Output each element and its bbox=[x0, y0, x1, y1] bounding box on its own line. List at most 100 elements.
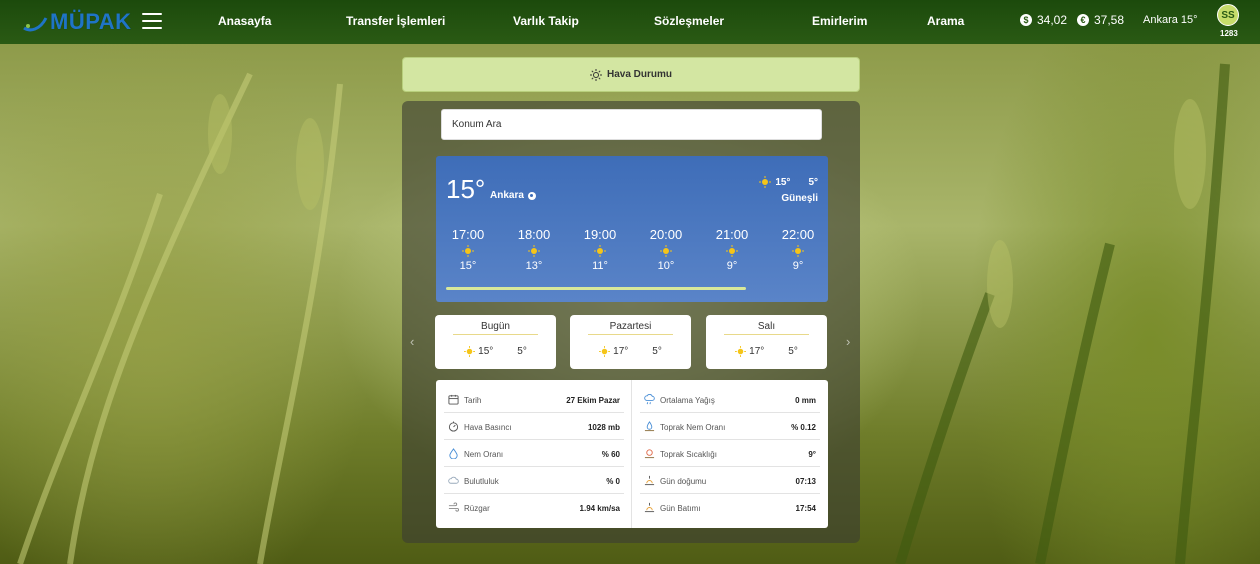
rain-icon bbox=[644, 394, 655, 405]
detail-label: Gün doğumu bbox=[660, 477, 707, 486]
nav-item-transfer-islemleri[interactable]: Transfer İşlemleri bbox=[346, 14, 445, 28]
sunrise-icon bbox=[644, 475, 655, 486]
moon-icon bbox=[796, 178, 803, 186]
app-logo[interactable]: MÜPAK bbox=[22, 7, 132, 37]
logo-swoosh-icon bbox=[23, 17, 48, 32]
day-low: 5° bbox=[788, 346, 798, 357]
detail-row: Toprak Nem Oranı % 0.12 bbox=[640, 413, 820, 440]
daily-forecast-card[interactable]: Pazartesi 17° 5° bbox=[570, 315, 691, 369]
detail-row: Tarih 27 Ekim Pazar bbox=[444, 386, 624, 413]
day-high-low: 17° 5° bbox=[570, 346, 691, 357]
day-name: Pazartesi bbox=[609, 321, 652, 332]
usd-rate: $ 34,02 bbox=[1020, 13, 1067, 27]
dollar-icon: $ bbox=[1020, 14, 1032, 26]
weather-section-title: Hava Durumu bbox=[606, 69, 672, 80]
sun-icon bbox=[792, 245, 804, 257]
nav-item-sozlesmeler[interactable]: Sözleşmeler bbox=[654, 14, 724, 28]
sunset-icon bbox=[644, 502, 655, 513]
day-high: 17° bbox=[613, 346, 629, 357]
detail-label: Ortalama Yağış bbox=[660, 396, 715, 405]
location-search-input[interactable] bbox=[441, 109, 822, 140]
wind-icon bbox=[448, 502, 459, 512]
day-high-low: 17° 5° bbox=[706, 346, 827, 357]
hourly-item: 22:00 9° bbox=[778, 227, 818, 272]
divider bbox=[588, 334, 673, 335]
previous-day-arrow-icon[interactable]: ‹ bbox=[410, 334, 414, 349]
day-low: 5° bbox=[652, 346, 662, 357]
detail-label: Bulutluluk bbox=[464, 477, 499, 486]
detail-label: Nem Oranı bbox=[464, 450, 504, 459]
user-id: 1283 bbox=[1220, 29, 1238, 38]
divider bbox=[453, 334, 538, 335]
detail-value: 0 mm bbox=[795, 396, 816, 405]
sun-icon bbox=[726, 245, 738, 257]
detail-label: Hava Basıncı bbox=[464, 423, 512, 432]
moon-icon bbox=[642, 347, 648, 355]
detail-row: Nem Oranı % 60 bbox=[444, 440, 624, 467]
detail-value: 1028 mb bbox=[587, 423, 620, 432]
detail-label: Toprak Sıcaklığı bbox=[660, 450, 717, 459]
soil-temperature-icon bbox=[644, 449, 655, 459]
detail-label: Gün Batımı bbox=[660, 504, 701, 513]
cloud-icon bbox=[448, 476, 459, 484]
details-left-column: Tarih 27 Ekim Pazar Hava Basıncı 1028 mb… bbox=[444, 386, 624, 521]
detail-value: 07:13 bbox=[795, 477, 816, 486]
next-day-arrow-icon[interactable]: › bbox=[846, 334, 850, 349]
detail-label: Rüzgar bbox=[464, 504, 490, 513]
daily-forecast-card[interactable]: Bugün 15° 5° bbox=[435, 315, 556, 369]
detail-row: Rüzgar 1.94 km/sa bbox=[444, 494, 624, 521]
hour-time: 21:00 bbox=[715, 227, 749, 242]
user-avatar[interactable]: SS bbox=[1217, 4, 1239, 26]
hour-temperature: 13° bbox=[525, 260, 543, 272]
hourly-item: 18:00 13° bbox=[514, 227, 554, 272]
detail-row: Bulutluluk % 0 bbox=[444, 467, 624, 494]
nav-item-varlik-takip[interactable]: Varlık Takip bbox=[513, 14, 579, 28]
nav-item-arama[interactable]: Arama bbox=[927, 14, 964, 28]
top-navigation-bar: MÜPAK Anasayfa Transfer İşlemleri Varlık… bbox=[0, 0, 1260, 44]
hour-temperature: 10° bbox=[657, 260, 675, 272]
current-location[interactable]: Ankara bbox=[490, 190, 536, 201]
hour-temperature: 11° bbox=[592, 260, 608, 272]
current-low: 5° bbox=[808, 176, 818, 188]
sun-icon bbox=[599, 346, 611, 357]
nav-item-emirlerim[interactable]: Emirlerim bbox=[812, 14, 867, 28]
nav-item-anasayfa[interactable]: Anasayfa bbox=[218, 14, 271, 28]
eur-rate-value: 37,58 bbox=[1094, 13, 1125, 27]
moon-icon bbox=[507, 347, 513, 355]
hour-temperature: 15° bbox=[459, 260, 477, 272]
weather-section-header: Hava Durumu bbox=[402, 57, 860, 92]
detail-value: 17:54 bbox=[795, 504, 816, 513]
day-high-low: 15° 5° bbox=[435, 346, 556, 357]
day-low: 5° bbox=[517, 346, 527, 357]
hourly-item: 21:00 9° bbox=[712, 227, 752, 272]
menu-toggle-icon[interactable] bbox=[142, 13, 162, 29]
sun-icon bbox=[660, 245, 672, 257]
hourly-scrollbar[interactable] bbox=[446, 287, 746, 290]
detail-value: % 0 bbox=[606, 477, 620, 486]
location-pin-icon bbox=[527, 191, 536, 200]
daily-forecast-card[interactable]: Salı 17° 5° bbox=[706, 315, 827, 369]
detail-value: 27 Ekim Pazar bbox=[566, 396, 620, 405]
sun-outline-icon bbox=[589, 68, 602, 81]
hour-time: 20:00 bbox=[649, 227, 683, 242]
hour-time: 18:00 bbox=[517, 227, 551, 242]
usd-rate-value: 34,02 bbox=[1037, 13, 1068, 27]
sun-icon bbox=[759, 176, 772, 188]
detail-row: Ortalama Yağış 0 mm bbox=[640, 386, 820, 413]
hour-temperature: 9° bbox=[792, 260, 804, 272]
hourly-forecast[interactable]: 17:00 15° 18:00 13° 19:00 11° 20:00 10° … bbox=[448, 227, 828, 277]
detail-label: Tarih bbox=[464, 396, 482, 405]
euro-icon: € bbox=[1077, 14, 1089, 26]
eur-rate: € 37,58 bbox=[1077, 13, 1124, 27]
sun-icon bbox=[464, 346, 476, 357]
current-high-low: 15° 5° bbox=[759, 176, 818, 188]
detail-value: 1.94 km/sa bbox=[579, 504, 620, 513]
current-weather-card: 15° Ankara 15° 5° Güneşli 17:00 15° 18:0… bbox=[436, 156, 828, 302]
divider bbox=[724, 334, 809, 335]
calendar-icon bbox=[448, 394, 459, 405]
topbar-city-temperature[interactable]: Ankara 15° bbox=[1143, 14, 1198, 26]
day-name: Salı bbox=[757, 321, 776, 332]
detail-row: Gün Batımı 17:54 bbox=[640, 494, 820, 521]
detail-row: Toprak Sıcaklığı 9° bbox=[640, 440, 820, 467]
detail-label: Toprak Nem Oranı bbox=[660, 423, 726, 432]
